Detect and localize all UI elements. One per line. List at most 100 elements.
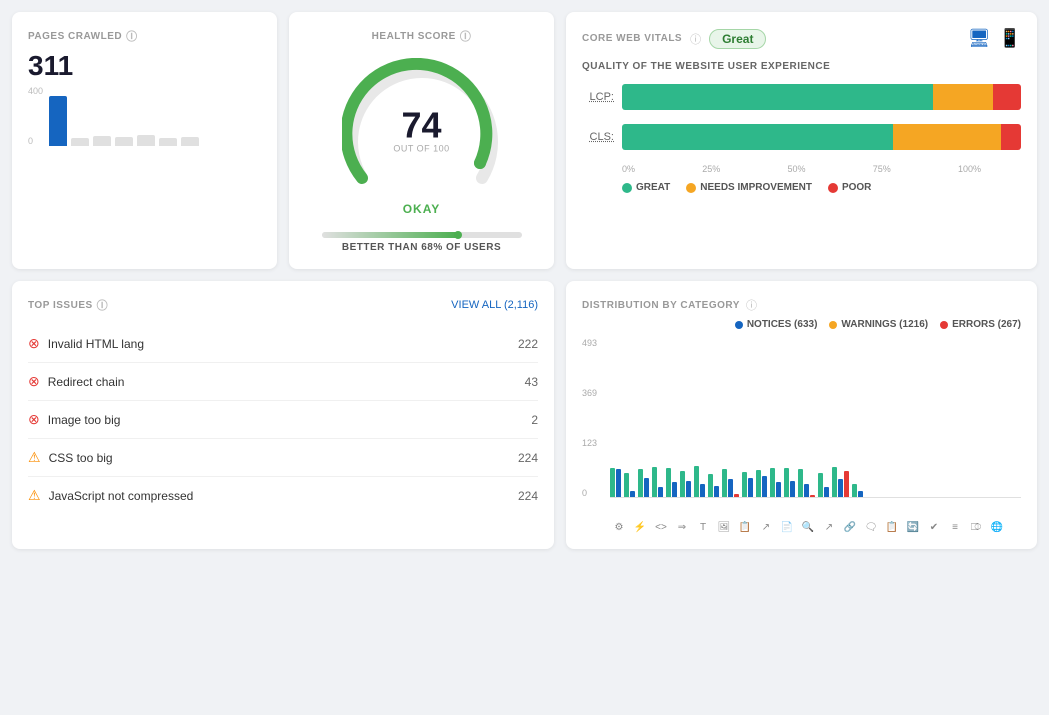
dist-bar-group <box>798 469 815 497</box>
dist-bar <box>610 468 615 497</box>
dist-bar-group <box>852 484 863 497</box>
notices-dot <box>735 321 743 329</box>
dist-category-icon: 🖼 <box>715 522 733 533</box>
better-than-text: BETTER THAN 68% OF USERS <box>342 242 501 253</box>
dist-bar-group <box>708 474 719 497</box>
cwv-axis: 0% 25% 50% 75% 100% <box>622 164 981 174</box>
dist-bar <box>776 482 781 497</box>
legend-poor: POOR <box>828 182 871 193</box>
cwv-info-icon[interactable]: ⓘ <box>690 31 701 47</box>
dist-category-icon: ⚙ <box>610 522 628 533</box>
dist-category-icon: T <box>694 522 712 533</box>
dist-bar <box>852 484 857 497</box>
pages-crawled-info-icon[interactable]: ⓘ <box>126 28 138 44</box>
great-dot <box>622 183 632 193</box>
dist-category-icon: ⇒ <box>673 522 691 533</box>
dist-bar <box>672 482 677 497</box>
issue-row[interactable]: ⚠JavaScript not compressed224 <box>28 477 538 514</box>
dist-bar-group <box>770 468 781 497</box>
dist-bar <box>858 491 863 497</box>
dist-category-icon: 📋 <box>736 522 754 533</box>
chart-bar <box>159 138 177 146</box>
dist-bar <box>680 471 685 497</box>
dist-bar <box>644 478 649 497</box>
issues-list: ⊗Invalid HTML lang222⊗Redirect chain43⊗I… <box>28 325 538 514</box>
issue-name: Invalid HTML lang <box>48 337 144 351</box>
issue-count: 224 <box>518 451 538 465</box>
dist-bar <box>838 479 843 497</box>
view-all-link[interactable]: VIEW ALL (2,116) <box>451 299 538 311</box>
chart-bar <box>115 137 133 146</box>
warnings-dot <box>829 321 837 329</box>
pages-crawled-chart: 400 0 <box>28 86 261 146</box>
warning-icon: ⚠ <box>28 487 41 504</box>
dist-icons-row: ⚙⚡<>⇒T🖼📋↗📄🔍↗🔗🗨📋🔄✔≡⎄🌐 <box>610 522 1021 533</box>
lcp-great-segment <box>622 84 933 110</box>
dist-bar-group <box>784 468 795 497</box>
cwv-title-row: CORE WEB VITALS ⓘ Great <box>582 29 766 49</box>
dist-category-icon: ✔ <box>925 522 943 533</box>
dist-bar <box>742 472 747 497</box>
mobile-icon[interactable]: 📱 <box>999 28 1021 49</box>
dist-bar <box>734 494 739 497</box>
errors-legend: ERRORS (267) <box>940 319 1021 330</box>
dist-info-icon[interactable]: ⓘ <box>746 297 757 313</box>
dist-bar <box>728 479 733 497</box>
chart-bar <box>49 96 67 146</box>
issue-name: Image too big <box>48 413 121 427</box>
dist-category-icon: 📋 <box>883 522 901 533</box>
dist-bar <box>694 466 699 497</box>
chart-bar <box>93 136 111 146</box>
dist-bar <box>722 469 727 497</box>
dist-bar <box>748 478 753 497</box>
dist-category-icon: 🗨 <box>862 522 880 533</box>
issue-row[interactable]: ⚠CSS too big224 <box>28 439 538 477</box>
health-score-info-icon[interactable]: ⓘ <box>460 28 472 44</box>
error-icon: ⊗ <box>28 411 40 428</box>
dist-bar-group <box>832 467 849 497</box>
dist-bar-group <box>694 466 705 497</box>
dist-category-icon: <> <box>652 522 670 533</box>
dist-bar <box>762 476 767 497</box>
chart-bar <box>181 137 199 146</box>
donut-out-of: OUT OF 100 <box>393 143 449 153</box>
dist-bar-group <box>638 469 649 497</box>
issue-name: JavaScript not compressed <box>49 489 194 503</box>
issue-row[interactable]: ⊗Redirect chain43 <box>28 363 538 401</box>
dist-bar <box>804 484 809 497</box>
dist-bar <box>616 469 621 497</box>
donut-center: 74 OUT OF 100 <box>393 107 449 153</box>
health-slider-fill <box>322 232 458 238</box>
legend-great: GREAT <box>622 182 670 193</box>
donut-score: 74 <box>393 107 449 143</box>
dist-bar <box>844 471 849 497</box>
lcp-poor-segment <box>993 84 1021 110</box>
cls-row: CLS: <box>582 124 1021 150</box>
legend-needs: NEEDS IMPROVEMENT <box>686 182 812 193</box>
dist-category-icon: 🔗 <box>841 522 859 533</box>
dist-bar <box>784 468 789 497</box>
dist-bar <box>700 484 705 497</box>
distribution-card: DISTRIBUTION BY CATEGORY ⓘ NOTICES (633)… <box>566 281 1037 549</box>
chart-bar <box>137 135 155 146</box>
error-icon: ⊗ <box>28 335 40 352</box>
cls-great-segment <box>622 124 893 150</box>
top-issues-info-icon[interactable]: ⓘ <box>97 297 109 313</box>
dist-bars <box>610 338 1021 498</box>
desktop-icon[interactable]: 🖥 <box>968 28 991 49</box>
device-icons: 🖥 📱 <box>968 28 1021 49</box>
health-slider-thumb <box>454 231 462 239</box>
lcp-label: LCP: <box>582 91 614 103</box>
core-web-vitals-card: CORE WEB VITALS ⓘ Great 🖥 📱 QUALITY OF T… <box>566 12 1037 269</box>
dist-bar-group <box>666 468 677 497</box>
pages-crawled-label: PAGES CRAWLED ⓘ <box>28 28 261 44</box>
issue-row[interactable]: ⊗Image too big2 <box>28 401 538 439</box>
dist-bar <box>756 470 761 497</box>
health-slider-track <box>322 232 522 238</box>
issue-row[interactable]: ⊗Invalid HTML lang222 <box>28 325 538 363</box>
issue-count: 43 <box>525 375 538 389</box>
dist-category-icon: ≡ <box>946 522 964 533</box>
errors-dot <box>940 321 948 329</box>
dist-chart-area: 493 369 123 0 <box>582 338 1021 518</box>
warnings-legend: WARNINGS (1216) <box>829 319 928 330</box>
